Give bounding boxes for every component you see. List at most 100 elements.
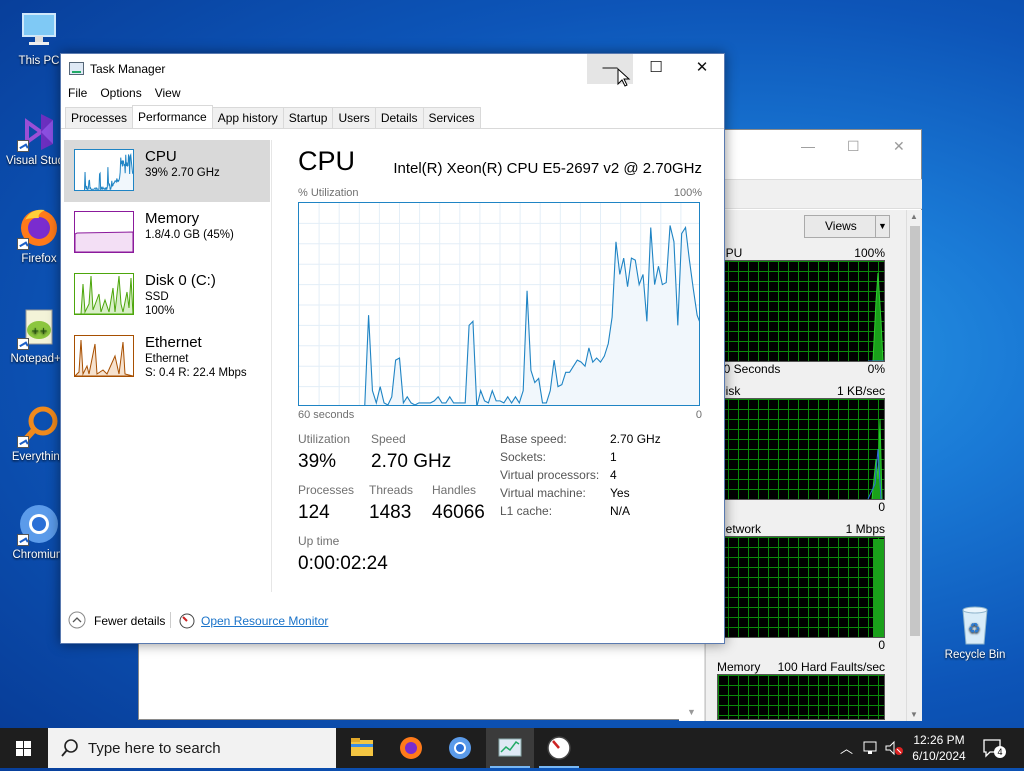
task-manager-icon [498, 738, 522, 757]
sidebar-item-detail-2: 100% [145, 305, 175, 317]
tab-processes[interactable]: Processes [65, 107, 134, 129]
graph-scale: 1 KB/sec [836, 384, 885, 398]
search-icon [61, 739, 78, 757]
cpu-heading: CPU [298, 146, 356, 176]
taskbar-file-explorer[interactable] [338, 728, 386, 768]
maximize-icon: ☐ [649, 59, 663, 76]
rm-network-graph [717, 536, 885, 638]
window-title: Task Manager [90, 62, 166, 76]
minimize-icon[interactable]: — [801, 138, 815, 154]
stat-uptime-label: Up time [298, 534, 340, 548]
close-icon[interactable]: ✕ [893, 138, 905, 155]
scroll-down-icon[interactable]: ▼ [910, 710, 918, 719]
sidebar-divider [271, 140, 272, 592]
taskbar-chromium[interactable] [436, 728, 484, 768]
shortcut-arrow-icon [17, 238, 29, 250]
graph-max-label: 100% [673, 187, 702, 199]
cpu-utilization-graph [298, 202, 700, 406]
visual-studio-icon [17, 108, 61, 152]
sidebar-item-name: Disk 0 (C:) [145, 272, 216, 289]
scrollbar-thumb[interactable] [910, 226, 920, 636]
tab-startup[interactable]: Startup [282, 107, 334, 129]
action-center-button[interactable]: 4 [982, 738, 1006, 758]
sidebar-item-name: CPU [145, 148, 177, 165]
start-button[interactable] [0, 728, 48, 768]
taskbar-task-manager[interactable] [486, 728, 534, 768]
clock[interactable]: 12:26 PM 6/10/2024 [908, 732, 970, 764]
shortcut-arrow-icon [17, 338, 29, 350]
stat-threads-label: Threads [369, 483, 414, 497]
detail-virtual-machine-value: Yes [610, 486, 630, 500]
tab-bar: Processes Performance App history Startup Us… [65, 105, 481, 129]
sidebar-item-cpu[interactable]: CPU 39% 2.70 GHz [64, 140, 270, 202]
sidebar-item-disk[interactable]: Disk 0 (C:) SSD 100% [64, 264, 270, 326]
chevron-up-circle-icon [68, 611, 86, 629]
sidebar-item-name: Ethernet [145, 334, 202, 351]
title-bar[interactable]: Task Manager — ☐ ✕ [61, 54, 725, 87]
menu-options[interactable]: Options [93, 84, 147, 100]
stat-speed-value: 2.70 GHz [371, 451, 452, 472]
ethernet-thumbnail-graph [74, 335, 134, 377]
rm-cpu-graph-section: CPU 100% 60 Seconds 0% [717, 246, 885, 376]
chromium-icon [449, 737, 471, 759]
taskbar-resource-monitor[interactable] [535, 728, 583, 768]
stat-threads-value: 1483 [369, 502, 412, 523]
detail-virtual-machine-label: Virtual machine: [500, 486, 586, 500]
open-resource-monitor-link[interactable]: Open Resource Monitor [201, 614, 328, 628]
detail-base-speed-value: 2.70 GHz [610, 432, 661, 446]
shortcut-arrow-icon [17, 140, 29, 152]
firefox-icon [17, 206, 61, 250]
detail-sockets-value: 1 [610, 450, 617, 464]
close-button[interactable]: ✕ [679, 54, 725, 84]
disk-thumbnail-graph [74, 273, 134, 315]
desktop-icon-label: Recycle Bin [944, 649, 1006, 661]
sidebar-item-detail: 39% 2.70 GHz [145, 167, 220, 179]
recycle-bin-icon: ♻ [953, 602, 997, 646]
shortcut-arrow-icon [17, 534, 29, 546]
stat-speed-label: Speed [371, 432, 406, 446]
tab-details[interactable]: Details [374, 107, 424, 129]
maximize-icon[interactable]: ☐ [847, 138, 860, 155]
show-hidden-icons-chevron-icon[interactable]: ︿ [840, 738, 853, 757]
sidebar-item-memory[interactable]: Memory 1.8/4.0 GB (45%) [64, 202, 270, 264]
firefox-icon [400, 737, 422, 759]
notepad-plus-plus-icon: ++ [17, 306, 61, 350]
rm-disk-graph-section: Disk 1 KB/sec 0 [717, 384, 885, 514]
task-manager-window[interactable]: Task Manager — ☐ ✕ File Options View Proce… [60, 53, 725, 644]
tab-services[interactable]: Services [422, 107, 481, 129]
task-manager-icon [69, 62, 84, 75]
views-button[interactable]: Views ▼ [804, 215, 890, 238]
tab-users[interactable]: Users [332, 107, 376, 129]
scroll-up-icon[interactable]: ▲ [910, 212, 918, 221]
menu-view[interactable]: View [148, 84, 187, 100]
network-icon[interactable] [862, 740, 880, 756]
svg-text:++: ++ [31, 326, 48, 337]
graphs-scrollbar[interactable]: ▲ ▼ [906, 210, 922, 721]
sidebar-item-detail-2: S: 0.4 R: 22.4 Mbps [145, 367, 247, 379]
detail-virtual-processors-value: 4 [610, 468, 617, 482]
sidebar-item-ethernet[interactable]: Ethernet Ethernet S: 0.4 R: 22.4 Mbps [64, 326, 270, 388]
stat-handles-label: Handles [432, 483, 477, 497]
taskbar-search-box[interactable]: Type here to search [48, 728, 336, 768]
tab-app-history[interactable]: App history [211, 107, 284, 129]
resource-monitor-icon [547, 736, 571, 760]
rm-memory-graph [717, 674, 885, 720]
task-manager-footer: Fewer details Open Resource Monitor [61, 598, 724, 642]
graph-time-label: 60 Seconds [717, 362, 781, 376]
sidebar-item-detail: SSD [145, 291, 169, 303]
maximize-button[interactable]: ☐ [633, 54, 679, 84]
scroll-down-icon[interactable]: ▼ [687, 707, 696, 717]
views-label: Views [825, 219, 857, 233]
taskbar-firefox[interactable] [387, 728, 435, 768]
desktop-icon-recycle-bin[interactable]: ♻ Recycle Bin [942, 602, 1008, 661]
tab-divider [61, 128, 724, 129]
volume-muted-icon[interactable] [884, 740, 904, 756]
mouse-cursor-icon [617, 68, 631, 87]
stat-utilization-label: Utilization [298, 432, 351, 446]
sidebar-item-detail: 1.8/4.0 GB (45%) [145, 229, 234, 241]
tab-performance[interactable]: Performance [132, 105, 213, 129]
graph-min-label: 0 [878, 500, 885, 514]
detail-sockets-label: Sockets: [500, 450, 547, 464]
stat-handles-value: 46066 [432, 502, 485, 523]
menu-file[interactable]: File [61, 84, 93, 100]
